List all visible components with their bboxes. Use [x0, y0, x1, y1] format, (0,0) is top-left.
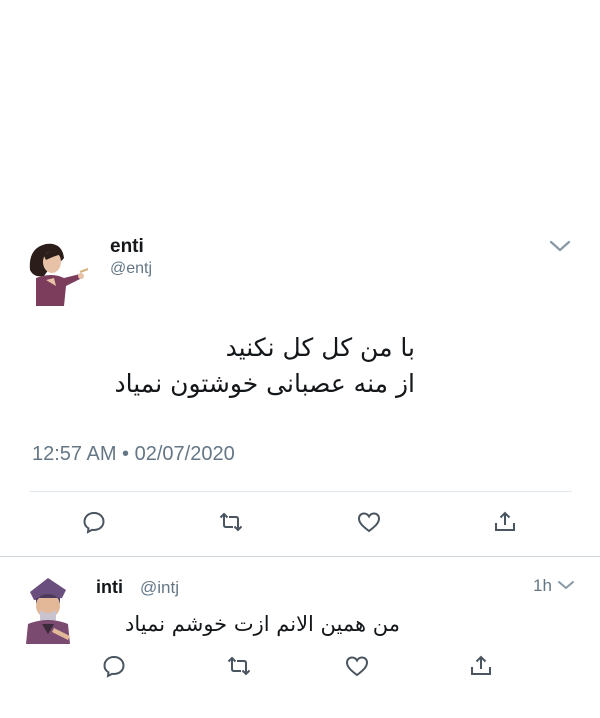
share-icon[interactable] — [468, 653, 494, 679]
chevron-down-icon[interactable] — [556, 578, 576, 592]
retweet-icon[interactable] — [226, 653, 252, 679]
tweet-text: با من کل کل نکنید از منه عصبانی خوشتون ن… — [15, 330, 415, 402]
chevron-down-icon[interactable] — [548, 238, 572, 254]
avatar[interactable] — [24, 234, 88, 306]
reply-username-handle[interactable]: @intj — [140, 578, 179, 598]
reply-icon[interactable] — [81, 509, 107, 535]
avatar-illustration — [26, 578, 70, 644]
avatar-illustration — [29, 243, 88, 306]
reply-avatar[interactable] — [20, 572, 76, 644]
retweet-icon[interactable] — [218, 509, 244, 535]
tweet-text-line: از منه عصبانی خوشتون نمیاد — [114, 369, 415, 398]
heart-icon[interactable] — [344, 653, 370, 679]
timestamp[interactable]: 12:57 AM • 02/07/2020 — [32, 443, 235, 466]
tweet-text-line: با من کل کل نکنید — [225, 333, 415, 362]
username-handle[interactable]: @entj — [110, 260, 152, 278]
display-name[interactable]: enti — [110, 236, 144, 258]
main-tweet: enti @entj با من کل کل نکنید از منه عصبا… — [0, 0, 600, 556]
reply-tweet-text: من همین الانم ازت خوشم نمیاد — [125, 612, 400, 636]
divider — [30, 491, 572, 492]
share-icon[interactable] — [492, 509, 518, 535]
heart-icon[interactable] — [356, 509, 382, 535]
reply-icon[interactable] — [101, 653, 127, 679]
reply-timestamp[interactable]: 1h — [533, 576, 552, 596]
reply-display-name[interactable]: inti — [96, 577, 123, 598]
